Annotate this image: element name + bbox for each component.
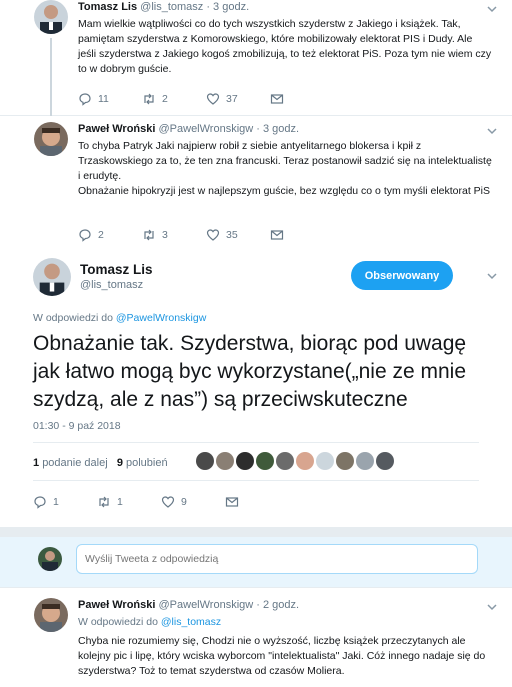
reply-count: 2 (98, 229, 104, 241)
retweet-button[interactable]: 3 (142, 228, 206, 242)
tweet-text: To chyba Patryk Jaki najpierw robił z si… (78, 139, 492, 199)
dm-button[interactable] (270, 228, 334, 242)
retweet-stat-count: 1 (33, 457, 40, 469)
liker-avatar[interactable] (256, 452, 274, 470)
like-stat-count: 9 (116, 457, 123, 469)
in-reply-to: W odpowiedzi do @PawelWronskigw (33, 312, 206, 324)
tweet-wronski-1[interactable]: Paweł Wroński @PawelWronskigw · 3 godz. … (0, 116, 512, 250)
liker-avatar[interactable] (276, 452, 294, 470)
chevron-down-icon[interactable] (486, 270, 498, 282)
in-reply-prefix: W odpowiedzi do (33, 312, 113, 324)
author-meta: @lis_tomasz · 3 godz. (140, 1, 250, 13)
main-tweet-actions: 1 1 9 (33, 495, 289, 509)
reply-icon (79, 93, 91, 106)
section-gap (0, 527, 512, 537)
main-tweet-text: Obnażanie tak. Szyderstwa, biorąc pod uw… (33, 332, 467, 411)
liker-avatar[interactable] (196, 452, 214, 470)
retweet-count: 2 (162, 93, 168, 105)
timestamp[interactable]: 01:30 - 9 paź 2018 (33, 420, 121, 432)
heart-icon (206, 93, 220, 105)
thread-line (50, 38, 52, 116)
avatar[interactable] (34, 0, 68, 34)
in-reply-handle-link[interactable]: @lis_tomasz (161, 616, 221, 628)
like-button[interactable]: 35 (206, 228, 270, 242)
tweet-text: Chyba nie rozumiemy się, Chodzi nie o wy… (78, 635, 486, 677)
like-button[interactable]: 9 (161, 495, 225, 509)
like-button[interactable]: 37 (206, 92, 270, 106)
author-meta: @PawelWronskigw · 3 godz. (158, 123, 300, 135)
retweet-stat[interactable]: 1 podanie dalej (33, 457, 108, 469)
in-reply-prefix: W odpowiedzi do (78, 616, 158, 628)
divider (33, 442, 479, 443)
retweet-icon (144, 93, 154, 105)
envelope-icon (270, 230, 284, 240)
retweet-button[interactable]: 1 (97, 495, 161, 509)
likers-avatars (196, 452, 396, 470)
liker-avatar[interactable] (356, 452, 374, 470)
reply-tweet-input[interactable] (76, 544, 478, 574)
tweet-lis-1[interactable]: Tomasz Lis @lis_tomasz · 3 godz. Mam wie… (0, 0, 512, 116)
reply-count: 1 (53, 496, 59, 508)
like-count: 37 (226, 93, 238, 105)
reply-button[interactable]: 1 (33, 495, 97, 509)
own-avatar (38, 547, 62, 571)
like-stat[interactable]: 9 polubień (117, 457, 168, 469)
liker-avatar[interactable] (316, 452, 334, 470)
main-author-name[interactable]: Tomasz Lis (80, 262, 153, 277)
dm-button[interactable] (225, 495, 289, 509)
retweet-button[interactable]: 2 (142, 92, 206, 106)
tweet-header: Paweł Wroński @PawelWronskigw · 2 godz. (78, 599, 299, 611)
chevron-down-icon[interactable] (486, 125, 498, 137)
retweet-icon (144, 229, 154, 241)
chevron-down-icon[interactable] (486, 3, 498, 15)
like-count: 9 (181, 496, 187, 508)
retweet-icon (99, 496, 109, 508)
tweet-paragraph: Obnażanie hipokryzji jest w najlepszym g… (78, 185, 491, 197)
tweet-paragraph: To chyba Patryk Jaki najpierw robił z si… (78, 140, 492, 182)
author-name[interactable]: Tomasz Lis (78, 1, 137, 13)
following-button[interactable]: Obserwowany (351, 261, 453, 290)
reply-count: 11 (98, 93, 109, 105)
tweet-wronski-2[interactable]: Paweł Wroński @PawelWronskigw · 2 godz. … (0, 588, 512, 687)
divider (33, 480, 479, 481)
main-author-handle[interactable]: @lis_tomasz (80, 279, 143, 291)
reply-icon (79, 229, 91, 242)
reply-button[interactable]: 11 (78, 92, 142, 106)
like-stat-label: polubień (126, 457, 168, 469)
avatar[interactable] (33, 258, 71, 296)
retweet-count: 1 (117, 496, 123, 508)
liker-avatar[interactable] (296, 452, 314, 470)
tweet-text: Mam wielkie wątpliwości co do tych wszys… (78, 18, 492, 75)
reply-icon (34, 496, 46, 509)
liker-avatar[interactable] (336, 452, 354, 470)
avatar[interactable] (34, 598, 68, 632)
dm-button[interactable] (270, 92, 334, 106)
tweet-stats: 1 podanie dalej 9 polubień (33, 457, 168, 469)
retweet-stat-label: podanie dalej (42, 457, 108, 469)
tweet-header: Paweł Wroński @PawelWronskigw · 3 godz. (78, 123, 299, 135)
author-name[interactable]: Paweł Wroński (78, 123, 155, 135)
retweet-count: 3 (162, 229, 168, 241)
envelope-icon (225, 497, 239, 507)
heart-icon (206, 229, 220, 241)
tweet-actions: 11 2 37 (78, 92, 334, 106)
tweet-header: Tomasz Lis @lis_tomasz · 3 godz. (78, 1, 249, 13)
in-reply-to: W odpowiedzi do @lis_tomasz (78, 616, 221, 628)
liker-avatar[interactable] (236, 452, 254, 470)
liker-avatar[interactable] (216, 452, 234, 470)
tweet-actions: 2 3 35 (78, 228, 334, 242)
avatar[interactable] (34, 122, 68, 156)
author-meta: @PawelWronskigw · 2 godz. (158, 599, 300, 611)
chevron-down-icon[interactable] (486, 601, 498, 613)
heart-icon (161, 496, 175, 508)
author-name[interactable]: Paweł Wroński (78, 599, 155, 611)
like-count: 35 (226, 229, 238, 241)
in-reply-handle-link[interactable]: @PawelWronskigw (116, 312, 206, 324)
liker-avatar[interactable] (376, 452, 394, 470)
reply-button[interactable]: 2 (78, 228, 142, 242)
envelope-icon (270, 94, 284, 104)
